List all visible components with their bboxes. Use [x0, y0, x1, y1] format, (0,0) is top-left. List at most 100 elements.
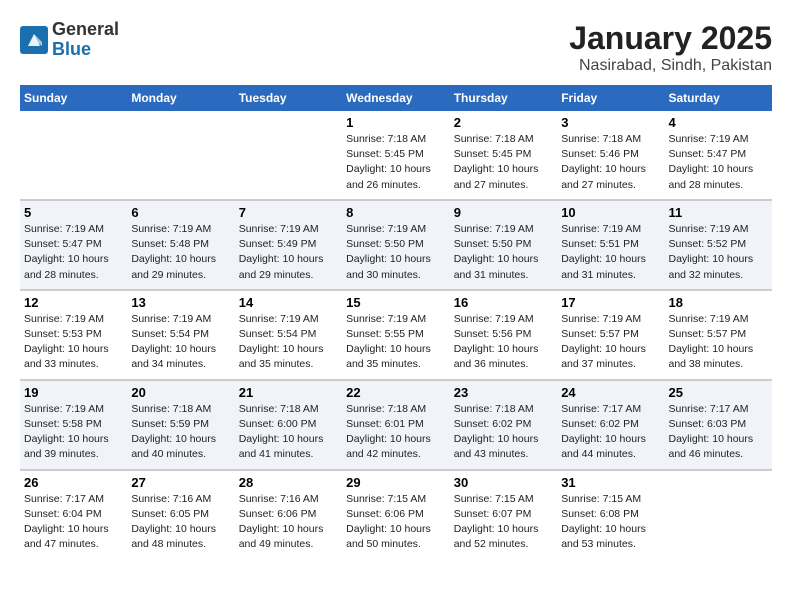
- col-header-wednesday: Wednesday: [342, 85, 450, 111]
- day-info: Sunrise: 7:19 AM Sunset: 5:49 PM Dayligh…: [239, 222, 338, 283]
- day-info: Sunrise: 7:18 AM Sunset: 6:01 PM Dayligh…: [346, 402, 446, 463]
- day-info: Sunrise: 7:19 AM Sunset: 5:51 PM Dayligh…: [561, 222, 660, 283]
- calendar-week-row: 19 Sunrise: 7:19 AM Sunset: 5:58 PM Dayli…: [20, 380, 772, 470]
- day-info: Sunrise: 7:18 AM Sunset: 5:45 PM Dayligh…: [346, 132, 446, 193]
- calendar-cell: 6 Sunrise: 7:19 AM Sunset: 5:48 PM Daylig…: [127, 200, 234, 290]
- calendar-cell: 13 Sunrise: 7:19 AM Sunset: 5:54 PM Dayli…: [127, 290, 234, 380]
- calendar-table: SundayMondayTuesdayWednesdayThursdayFrid…: [20, 85, 772, 558]
- day-info: Sunrise: 7:17 AM Sunset: 6:02 PM Dayligh…: [561, 402, 660, 463]
- calendar-cell: [235, 111, 342, 200]
- calendar-cell: 20 Sunrise: 7:18 AM Sunset: 5:59 PM Dayli…: [127, 380, 234, 470]
- logo-general-text: General: [52, 19, 119, 39]
- day-info: Sunrise: 7:19 AM Sunset: 5:55 PM Dayligh…: [346, 312, 446, 373]
- day-number: 25: [669, 385, 769, 400]
- day-info: Sunrise: 7:19 AM Sunset: 5:56 PM Dayligh…: [454, 312, 553, 373]
- day-number: 7: [239, 205, 338, 220]
- day-info: Sunrise: 7:16 AM Sunset: 6:06 PM Dayligh…: [239, 492, 338, 553]
- day-number: 8: [346, 205, 446, 220]
- day-info: Sunrise: 7:18 AM Sunset: 5:46 PM Dayligh…: [561, 132, 660, 193]
- day-info: Sunrise: 7:17 AM Sunset: 6:03 PM Dayligh…: [669, 402, 769, 463]
- day-number: 9: [454, 205, 553, 220]
- calendar-cell: 3Sunrise: 7:18 AM Sunset: 5:46 PM Daylig…: [557, 111, 664, 200]
- day-number: 13: [131, 295, 230, 310]
- day-number: 11: [669, 205, 769, 220]
- day-number: 10: [561, 205, 660, 220]
- day-number: 16: [454, 295, 553, 310]
- col-header-thursday: Thursday: [450, 85, 557, 111]
- calendar-cell: 5Sunrise: 7:19 AM Sunset: 5:47 PM Daylig…: [20, 200, 127, 290]
- calendar-cell: 11 Sunrise: 7:19 AM Sunset: 5:52 PM Dayli…: [665, 200, 773, 290]
- calendar-week-row: 26 Sunrise: 7:17 AM Sunset: 6:04 PM Dayli…: [20, 470, 772, 559]
- day-info: Sunrise: 7:19 AM Sunset: 5:54 PM Dayligh…: [131, 312, 230, 373]
- day-number: 30: [454, 475, 553, 490]
- col-header-saturday: Saturday: [665, 85, 773, 111]
- day-number: 20: [131, 385, 230, 400]
- calendar-cell: 29 Sunrise: 7:15 AM Sunset: 6:06 PM Dayli…: [342, 470, 450, 559]
- calendar-cell: 27 Sunrise: 7:16 AM Sunset: 6:05 PM Dayli…: [127, 470, 234, 559]
- day-info: Sunrise: 7:19 AM Sunset: 5:48 PM Dayligh…: [131, 222, 230, 283]
- day-number: 12: [24, 295, 123, 310]
- day-number: 31: [561, 475, 660, 490]
- day-info: Sunrise: 7:19 AM Sunset: 5:47 PM Dayligh…: [24, 222, 123, 283]
- title-block: January 2025 Nasirabad, Sindh, Pakistan: [569, 20, 772, 75]
- calendar-cell: 31 Sunrise: 7:15 AM Sunset: 6:08 PM Dayli…: [557, 470, 664, 559]
- day-info: Sunrise: 7:19 AM Sunset: 5:53 PM Dayligh…: [24, 312, 123, 373]
- day-number: 1: [346, 115, 446, 130]
- col-header-friday: Friday: [557, 85, 664, 111]
- day-info: Sunrise: 7:16 AM Sunset: 6:05 PM Dayligh…: [131, 492, 230, 553]
- calendar-cell: 26 Sunrise: 7:17 AM Sunset: 6:04 PM Dayli…: [20, 470, 127, 559]
- day-number: 28: [239, 475, 338, 490]
- calendar-week-row: 12 Sunrise: 7:19 AM Sunset: 5:53 PM Dayli…: [20, 290, 772, 380]
- calendar-cell: 7 Sunrise: 7:19 AM Sunset: 5:49 PM Daylig…: [235, 200, 342, 290]
- day-number: 29: [346, 475, 446, 490]
- calendar-cell: 24Sunrise: 7:17 AM Sunset: 6:02 PM Dayli…: [557, 380, 664, 470]
- calendar-week-row: 1 Sunrise: 7:18 AM Sunset: 5:45 PM Daylig…: [20, 111, 772, 200]
- calendar-cell: 15 Sunrise: 7:19 AM Sunset: 5:55 PM Dayli…: [342, 290, 450, 380]
- calendar-cell: 14Sunrise: 7:19 AM Sunset: 5:54 PM Dayli…: [235, 290, 342, 380]
- calendar-cell: 1 Sunrise: 7:18 AM Sunset: 5:45 PM Daylig…: [342, 111, 450, 200]
- day-info: Sunrise: 7:15 AM Sunset: 6:08 PM Dayligh…: [561, 492, 660, 553]
- day-number: 17: [561, 295, 660, 310]
- calendar-week-row: 5Sunrise: 7:19 AM Sunset: 5:47 PM Daylig…: [20, 200, 772, 290]
- day-info: Sunrise: 7:19 AM Sunset: 5:57 PM Dayligh…: [669, 312, 769, 373]
- day-info: Sunrise: 7:18 AM Sunset: 5:45 PM Dayligh…: [454, 132, 553, 193]
- page-header: General Blue January 2025 Nasirabad, Sin…: [20, 20, 772, 75]
- calendar-cell: 17 Sunrise: 7:19 AM Sunset: 5:57 PM Dayli…: [557, 290, 664, 380]
- day-info: Sunrise: 7:19 AM Sunset: 5:50 PM Dayligh…: [454, 222, 553, 283]
- calendar-cell: 4Sunrise: 7:19 AM Sunset: 5:47 PM Daylig…: [665, 111, 773, 200]
- calendar-cell: 12 Sunrise: 7:19 AM Sunset: 5:53 PM Dayli…: [20, 290, 127, 380]
- calendar-cell: 16 Sunrise: 7:19 AM Sunset: 5:56 PM Dayli…: [450, 290, 557, 380]
- day-info: Sunrise: 7:15 AM Sunset: 6:06 PM Dayligh…: [346, 492, 446, 553]
- page-title: January 2025: [569, 20, 772, 57]
- day-number: 6: [131, 205, 230, 220]
- day-info: Sunrise: 7:18 AM Sunset: 6:02 PM Dayligh…: [454, 402, 553, 463]
- day-info: Sunrise: 7:19 AM Sunset: 5:57 PM Dayligh…: [561, 312, 660, 373]
- calendar-cell: 22Sunrise: 7:18 AM Sunset: 6:01 PM Dayli…: [342, 380, 450, 470]
- calendar-cell: 8 Sunrise: 7:19 AM Sunset: 5:50 PM Daylig…: [342, 200, 450, 290]
- calendar-cell: 25 Sunrise: 7:17 AM Sunset: 6:03 PM Dayli…: [665, 380, 773, 470]
- calendar-cell: 9 Sunrise: 7:19 AM Sunset: 5:50 PM Daylig…: [450, 200, 557, 290]
- day-info: Sunrise: 7:19 AM Sunset: 5:58 PM Dayligh…: [24, 402, 123, 463]
- day-info: Sunrise: 7:19 AM Sunset: 5:50 PM Dayligh…: [346, 222, 446, 283]
- day-number: 19: [24, 385, 123, 400]
- col-header-sunday: Sunday: [20, 85, 127, 111]
- day-number: 15: [346, 295, 446, 310]
- calendar-cell: [20, 111, 127, 200]
- day-info: Sunrise: 7:19 AM Sunset: 5:52 PM Dayligh…: [669, 222, 769, 283]
- logo-icon: [20, 26, 48, 54]
- day-number: 26: [24, 475, 123, 490]
- page-subtitle: Nasirabad, Sindh, Pakistan: [569, 57, 772, 75]
- day-number: 27: [131, 475, 230, 490]
- calendar-cell: 23Sunrise: 7:18 AM Sunset: 6:02 PM Dayli…: [450, 380, 557, 470]
- col-header-monday: Monday: [127, 85, 234, 111]
- calendar-header-row: SundayMondayTuesdayWednesdayThursdayFrid…: [20, 85, 772, 111]
- day-info: Sunrise: 7:18 AM Sunset: 5:59 PM Dayligh…: [131, 402, 230, 463]
- col-header-tuesday: Tuesday: [235, 85, 342, 111]
- calendar-cell: 2Sunrise: 7:18 AM Sunset: 5:45 PM Daylig…: [450, 111, 557, 200]
- day-info: Sunrise: 7:18 AM Sunset: 6:00 PM Dayligh…: [239, 402, 338, 463]
- day-number: 14: [239, 295, 338, 310]
- day-info: Sunrise: 7:17 AM Sunset: 6:04 PM Dayligh…: [24, 492, 123, 553]
- calendar-cell: [127, 111, 234, 200]
- logo-blue-text: Blue: [52, 39, 91, 59]
- calendar-cell: 28 Sunrise: 7:16 AM Sunset: 6:06 PM Dayli…: [235, 470, 342, 559]
